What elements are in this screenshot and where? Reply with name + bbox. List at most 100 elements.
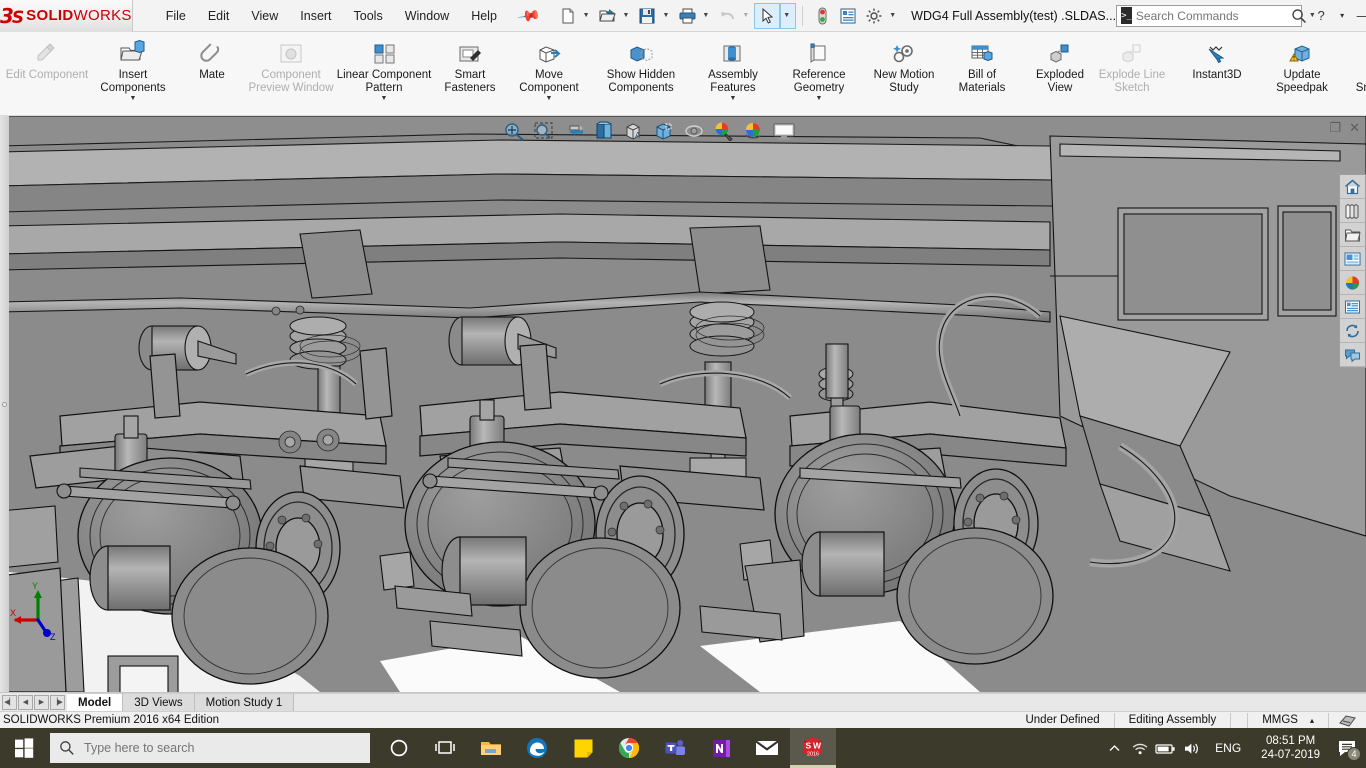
first-tab-button[interactable]: ◀▏ [2,695,17,710]
reference-geometry-dropdown[interactable]: ▼ [816,95,823,103]
view-palette-icon[interactable] [1340,247,1365,271]
ribbon-component-preview-window[interactable]: Component Preview Window [248,32,334,116]
hide-show-items-icon[interactable] [680,119,708,143]
ribbon-update-speedpak[interactable]: Update Speedpak [1266,32,1338,116]
comments-icon[interactable] [1340,343,1365,367]
battery-icon[interactable] [1153,728,1179,768]
new-document-caret[interactable]: ▼ [581,12,595,19]
taskbar-search-input[interactable] [84,741,370,755]
ribbon-take-snapshot[interactable]: Take Snapshot [1344,32,1366,116]
ribbon-linear-component-pattern[interactable]: Linear Component Pattern ▼ [334,32,434,116]
help-button[interactable]: ? [1308,1,1334,31]
move-component-dropdown[interactable]: ▼ [546,95,553,103]
solidworks-app-icon[interactable]: SW2016 [790,728,836,768]
ribbon-new-motion-study[interactable]: New Motion Study [868,32,940,116]
minimize-button[interactable]: — [1350,1,1366,31]
wifi-icon[interactable] [1127,728,1153,768]
appearances-scenes-icon[interactable] [1340,271,1365,295]
prev-tab-button[interactable]: ◀ [18,695,33,710]
ribbon-move-component[interactable]: Move Component ▼ [506,32,592,116]
action-center-icon[interactable]: 4 [1330,728,1364,768]
magnifier-icon[interactable] [1291,8,1307,24]
microsoft-teams-icon[interactable] [652,728,698,768]
status-units[interactable]: MMGS ▴ [1247,713,1328,728]
help-caret[interactable]: ▾ [1334,1,1350,31]
ribbon-assembly-features[interactable]: Assembly Features ▼ [690,32,776,116]
sticky-notes-icon[interactable] [560,728,606,768]
menu-view[interactable]: View [240,5,289,27]
language-indicator[interactable]: ENG [1205,741,1251,755]
options-caret[interactable]: ▼ [887,12,901,19]
new-document-button[interactable] [555,3,581,29]
last-tab-button[interactable]: ▕▶ [50,695,65,710]
ribbon-show-hidden-components[interactable]: Show Hidden Components [598,32,684,116]
apply-scene-icon[interactable] [740,119,768,143]
menu-help[interactable]: Help [460,5,508,27]
file-properties-button[interactable] [835,3,861,29]
ribbon-edit-component[interactable]: Edit Component [4,32,90,116]
select-tool-caret[interactable]: ▼ [780,3,796,29]
view-settings-icon[interactable] [770,119,798,143]
design-library-icon[interactable] [1340,199,1365,223]
ribbon-exploded-view[interactable]: Exploded View [1024,32,1096,116]
menu-window[interactable]: Window [394,5,460,27]
save-document-caret[interactable]: ▼ [660,12,674,19]
solidworks-resources-home-icon[interactable] [1340,175,1365,199]
save-document-button[interactable] [634,3,660,29]
document-restore-button[interactable]: ❐ [1329,120,1341,136]
splitter-handle[interactable] [2,402,7,407]
tab-3d-views[interactable]: 3D Views [123,693,194,711]
ribbon-instant3d[interactable]: Instant3D [1174,32,1260,116]
document-close-button[interactable]: ✕ [1349,120,1360,136]
section-view-icon[interactable] [590,119,618,143]
ribbon-smart-fasteners[interactable]: Smart Fasteners [434,32,506,116]
linear-pattern-dropdown[interactable]: ▼ [381,95,388,103]
insert-components-dropdown[interactable]: ▼ [130,95,137,103]
print-document-caret[interactable]: ▼ [700,12,714,19]
undo-caret[interactable]: ▼ [740,12,754,19]
undo-button[interactable] [714,3,740,29]
edge-browser-icon[interactable] [514,728,560,768]
chrome-browser-icon[interactable] [606,728,652,768]
onenote-icon[interactable] [698,728,744,768]
ribbon-insert-components[interactable]: Insert Components ▼ [90,32,176,116]
feature-tree-panel-splitter[interactable] [0,116,9,692]
chevron-up-icon[interactable] [1101,728,1127,768]
rebuild-button[interactable] [809,3,835,29]
options-gear-button[interactable] [861,3,887,29]
view-orientation-icon[interactable]: A [620,119,648,143]
graphics-viewport[interactable]: X Y Z [0,116,1366,692]
assembly-features-dropdown[interactable]: ▼ [730,95,737,103]
ribbon-explode-line-sketch[interactable]: Explode Line Sketch [1096,32,1168,116]
status-units-caret[interactable]: ▴ [1310,716,1314,725]
zoom-to-area-icon[interactable] [530,119,558,143]
previous-view-icon[interactable] [560,119,588,143]
file-explorer-icon[interactable] [1340,223,1365,247]
speaker-icon[interactable] [1179,728,1205,768]
task-view-icon[interactable] [422,728,468,768]
tab-motion-study-1[interactable]: Motion Study 1 [195,693,295,711]
cortana-icon[interactable] [376,728,422,768]
tab-model[interactable]: Model [67,693,123,711]
taskbar-search-box[interactable] [50,733,370,763]
tilted-plane-icon[interactable] [1328,713,1366,728]
display-style-icon[interactable] [650,119,678,143]
custom-properties-icon[interactable] [1340,295,1365,319]
mail-icon[interactable] [744,728,790,768]
next-tab-button[interactable]: ▶ [34,695,49,710]
solidworks-forum-icon[interactable] [1340,319,1365,343]
search-input[interactable] [1136,9,1291,23]
windows-logo-icon[interactable] [0,728,48,768]
menu-tools[interactable]: Tools [343,5,394,27]
search-commands-box[interactable]: >_ ▼ [1116,5,1302,27]
ribbon-bill-of-materials[interactable]: Bill of Materials [946,32,1018,116]
ribbon-mate[interactable]: Mate [176,32,248,116]
solidworks-logo[interactable]: 3S SOLIDWORKS [0,0,133,32]
pushpin-icon[interactable]: 📌 [516,3,542,28]
menu-file[interactable]: File [155,5,197,27]
zoom-to-fit-icon[interactable] [500,119,528,143]
select-tool-button[interactable] [754,3,780,29]
edit-appearance-icon[interactable] [710,119,738,143]
menu-edit[interactable]: Edit [197,5,241,27]
menu-insert[interactable]: Insert [289,5,342,27]
